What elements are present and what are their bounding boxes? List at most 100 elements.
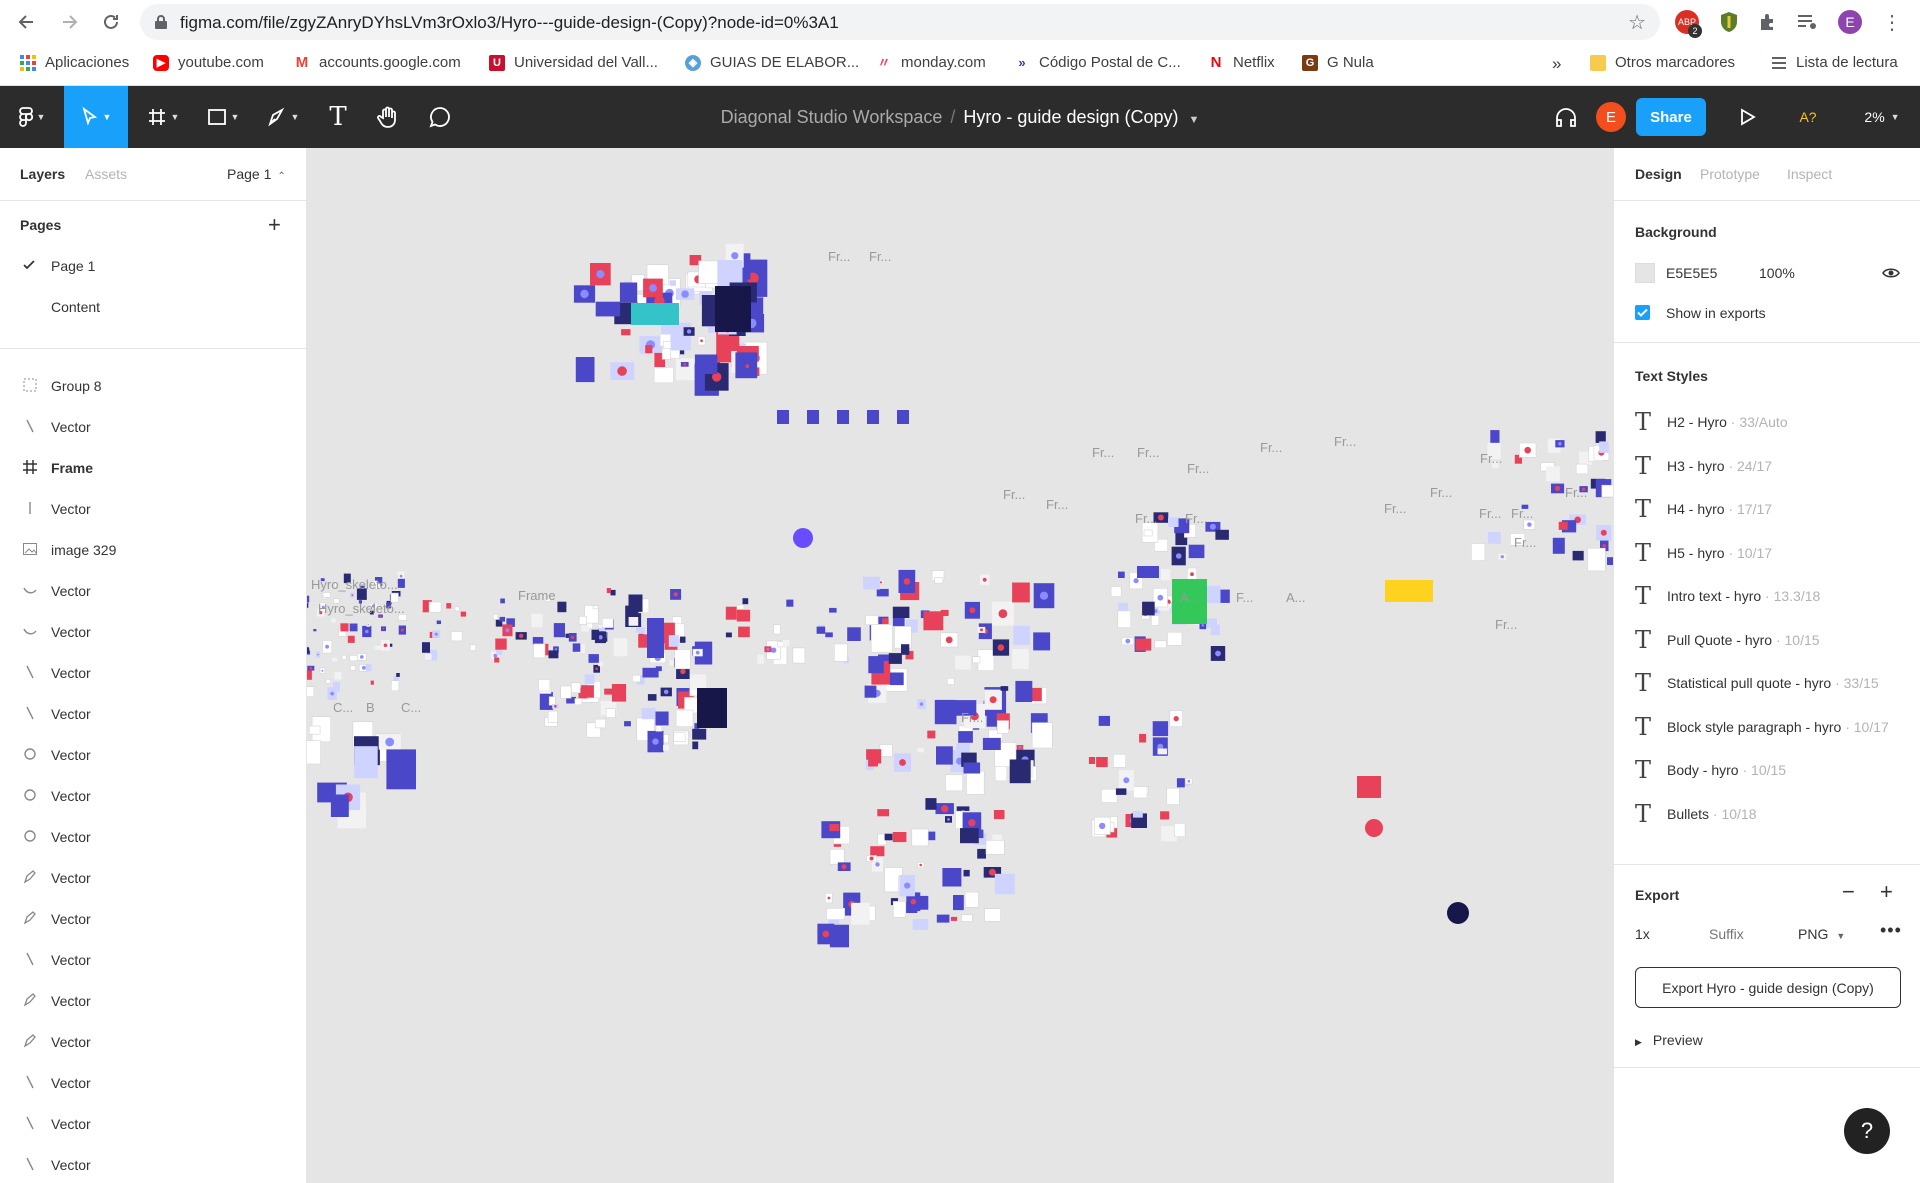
frame-label[interactable]: Fr... [1334, 434, 1356, 449]
canvas-frame[interactable] [1167, 631, 1183, 646]
other-bookmarks-folder[interactable]: Otros marcadores [1590, 54, 1735, 71]
canvas-frame[interactable] [397, 578, 405, 588]
file-name[interactable]: Hyro - guide design (Copy) [963, 107, 1178, 127]
canvas-frame[interactable] [495, 638, 507, 650]
canvas-frame[interactable] [560, 685, 572, 699]
canvas-frame[interactable] [340, 623, 349, 632]
text-style-item[interactable]: T H4 - hyro · 17/17 [1635, 493, 1915, 529]
canvas-frame[interactable] [950, 916, 958, 921]
canvas-frame[interactable] [673, 732, 686, 742]
frame-label[interactable]: Fr... [1511, 506, 1533, 521]
canvas-frame[interactable] [1152, 721, 1169, 737]
present-play-icon[interactable] [1730, 86, 1766, 148]
canvas-frame[interactable] [1558, 521, 1568, 530]
canvas-shape[interactable] [434, 632, 438, 636]
canvas-shape[interactable] [686, 329, 692, 334]
export-button[interactable]: Export Hyro - guide design (Copy) [1635, 967, 1901, 1008]
tab-assets[interactable]: Assets [85, 166, 127, 182]
canvas-shape[interactable] [997, 644, 1005, 651]
bookmark-monday[interactable]: 〃 monday.com [876, 54, 986, 71]
canvas-frame[interactable] [1012, 582, 1030, 603]
layer-item[interactable]: image 329 [0, 529, 306, 570]
canvas-frame[interactable] [592, 605, 599, 610]
canvas-frame[interactable] [829, 607, 837, 613]
canvas-frame[interactable] [581, 625, 589, 632]
page-item-content[interactable]: Content [0, 287, 306, 327]
canvas-shape[interactable] [1187, 779, 1191, 783]
text-style-item[interactable]: T Body - hyro · 10/15 [1635, 754, 1915, 790]
bookmark-google-accounts[interactable]: Maccounts.google.com [294, 54, 461, 71]
canvas-frame[interactable] [1385, 580, 1433, 602]
canvas-frame[interactable] [655, 725, 663, 732]
canvas-frame[interactable] [349, 655, 358, 662]
puzzle-extensions-icon[interactable] [1756, 10, 1780, 34]
canvas-frame[interactable] [669, 280, 677, 286]
bookmark-guias[interactable]: ◈ GUIAS DE ELABOR... [685, 54, 859, 71]
canvas-frame[interactable] [655, 711, 669, 726]
canvas-frame[interactable] [454, 606, 460, 612]
canvas-frame[interactable] [642, 667, 659, 678]
canvas-frame[interactable] [653, 367, 674, 384]
layer-item[interactable]: Vector [0, 734, 306, 775]
layer-item[interactable]: Vector [0, 1103, 306, 1144]
canvas-frame[interactable] [958, 731, 973, 743]
canvas-frame[interactable] [332, 657, 338, 662]
canvas-frame[interactable] [538, 679, 551, 692]
canvas-frame[interactable] [955, 655, 971, 670]
file-title[interactable]: Diagonal Studio Workspace / Hyro - guide d… [0, 107, 1920, 128]
bookmark-netflix[interactable]: N Netflix [1208, 54, 1275, 71]
canvas-shape[interactable] [362, 665, 366, 670]
bookmark-youtube[interactable]: ▶ youtube.com [153, 54, 264, 71]
media-queue-icon[interactable] [1795, 10, 1819, 34]
canvas-frame[interactable] [792, 647, 806, 664]
canvas-frame[interactable] [1490, 430, 1500, 443]
canvas-frame[interactable] [786, 599, 794, 607]
canvas-frame[interactable] [1168, 517, 1179, 527]
canvas-frame[interactable] [1587, 547, 1606, 572]
add-export-plus-icon[interactable]: + [1880, 879, 1893, 905]
canvas-frame[interactable] [977, 649, 995, 672]
canvas-frame[interactable] [553, 623, 565, 638]
canvas-frame[interactable] [829, 848, 845, 865]
canvas-frame[interactable] [782, 639, 790, 647]
canvas-shape[interactable] [616, 690, 622, 696]
frame-label[interactable]: Fr... [1495, 617, 1517, 632]
canvas-frame[interactable] [692, 741, 699, 750]
canvas-frame[interactable] [892, 901, 907, 918]
more-bookmarks-button[interactable]: » [1552, 54, 1561, 74]
canvas-shape[interactable] [1527, 522, 1532, 527]
canvas-frame[interactable] [460, 611, 467, 617]
canvas-shape[interactable] [505, 628, 510, 633]
canvas-frame[interactable] [807, 410, 819, 424]
canvas-shape[interactable] [367, 624, 369, 626]
canvas-shape[interactable] [693, 257, 698, 263]
canvas-frame[interactable] [1160, 569, 1171, 581]
canvas-frame[interactable] [595, 301, 621, 317]
canvas-shape[interactable] [1123, 777, 1130, 784]
frame-label[interactable]: Hyro_skeleto... [318, 601, 405, 616]
canvas-frame[interactable] [428, 601, 442, 613]
canvas-shape[interactable] [879, 581, 883, 584]
text-style-item[interactable]: T Intro text - hyro · 13.3/18 [1635, 580, 1915, 616]
chevron-down-icon[interactable]: ▼ [1189, 114, 1200, 126]
canvas-shape[interactable] [998, 609, 1008, 619]
canvas-shape[interactable] [945, 636, 953, 644]
frame-label[interactable]: Fr... [1092, 445, 1114, 460]
layer-item[interactable]: Vector [0, 611, 306, 652]
layer-item[interactable]: Vector [0, 570, 306, 611]
canvas-frame[interactable] [877, 809, 890, 817]
canvas-shape[interactable] [980, 628, 983, 632]
frame-label[interactable]: B [366, 700, 375, 715]
canvas-frame[interactable] [1132, 811, 1143, 818]
canvas-frame[interactable] [917, 747, 924, 753]
frame-label[interactable]: A... [1180, 590, 1200, 605]
canvas-frame[interactable] [669, 660, 674, 666]
canvas-frame[interactable] [953, 895, 964, 911]
canvas-frame[interactable] [663, 744, 669, 751]
canvas-frame[interactable] [1110, 586, 1122, 597]
canvas-frame[interactable] [436, 620, 441, 625]
canvas-frame[interactable] [927, 730, 936, 739]
canvas-frame[interactable] [307, 670, 312, 680]
canvas-shape[interactable] [383, 643, 388, 648]
canvas-frame[interactable] [1572, 550, 1584, 561]
